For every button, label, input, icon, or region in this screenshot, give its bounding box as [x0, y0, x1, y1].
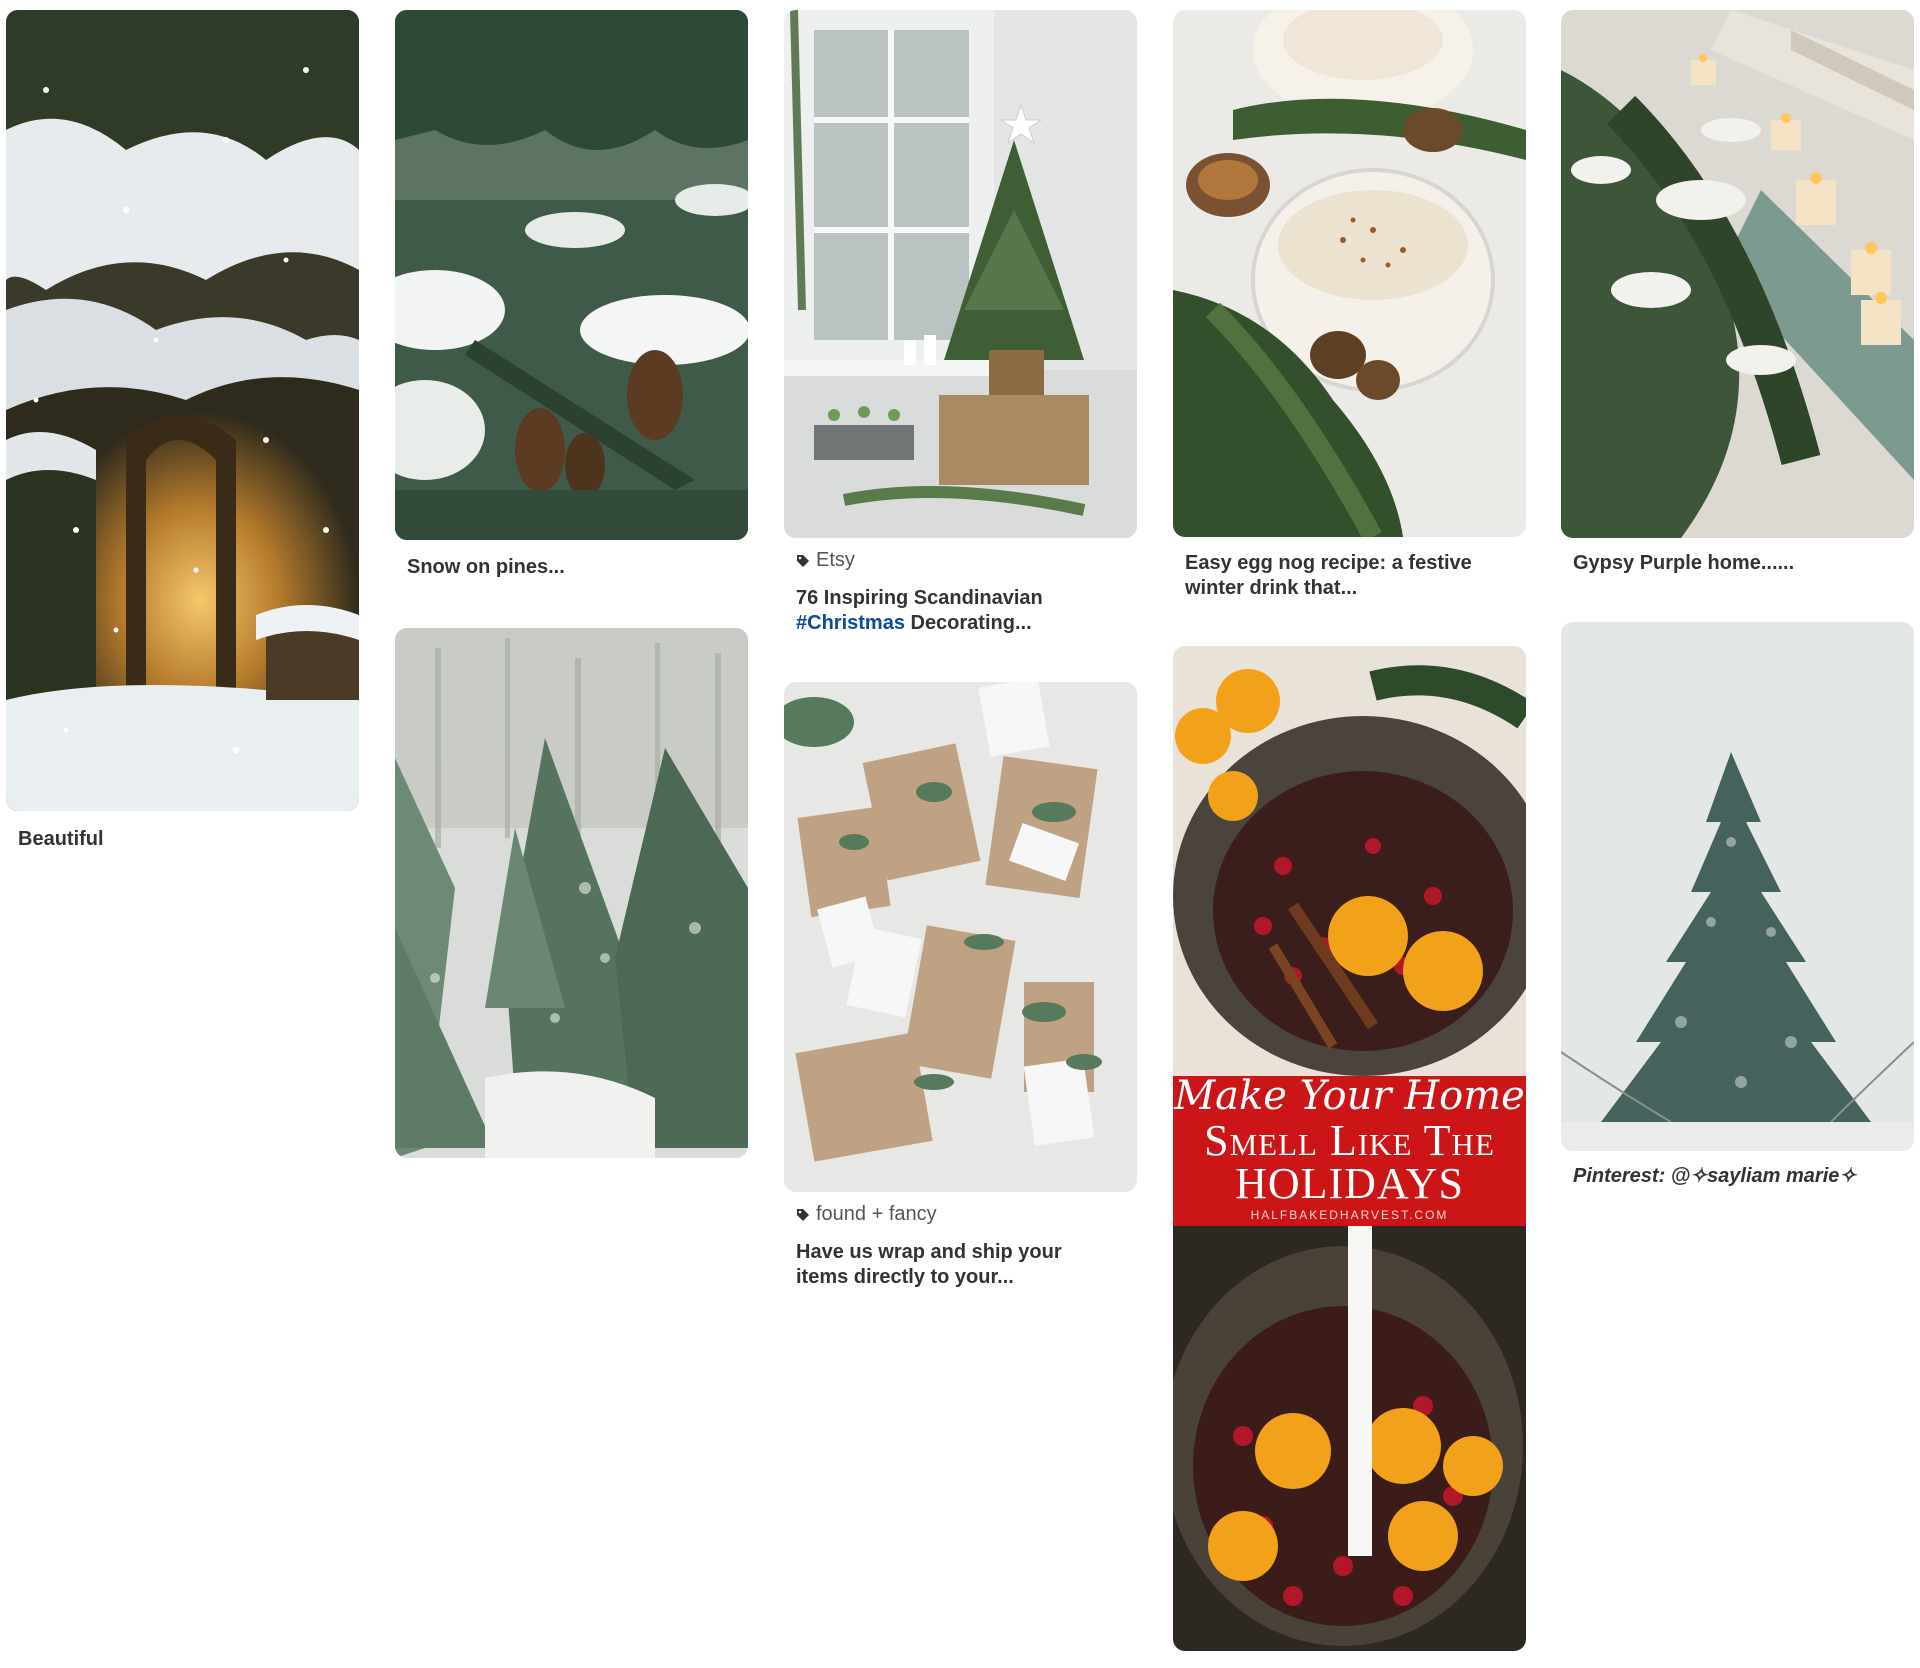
- egg-nog-image: [1173, 10, 1526, 537]
- pin-scandinavian[interactable]: Etsy 76 Inspiring Scandinavian #Christma…: [784, 10, 1137, 640]
- banner-main-line2: HOLIDAYS: [1235, 1159, 1464, 1208]
- pin-title[interactable]: Snow on pines...: [407, 555, 736, 580]
- pin-image[interactable]: Make Your Home Smell Like The HOLIDAYS H…: [1173, 646, 1526, 1651]
- pin-title[interactable]: Gypsy Purple home......: [1573, 551, 1902, 576]
- pin-image[interactable]: [1561, 622, 1914, 1151]
- pin-source[interactable]: Etsy: [796, 548, 855, 573]
- wrapped-gifts-image: [784, 682, 1137, 1192]
- tag-icon: [796, 554, 810, 568]
- cedar-candles-image: [1561, 10, 1914, 538]
- pin-beautiful[interactable]: Beautiful: [6, 10, 359, 860]
- pin-egg-nog[interactable]: Easy egg nog recipe: a festive winter dr…: [1173, 10, 1526, 610]
- pin-title-part2: Decorating...: [904, 612, 1032, 634]
- pin-source-name: found + fancy: [816, 1203, 937, 1225]
- pin-simmer-pot[interactable]: Make Your Home Smell Like The HOLIDAYS H…: [1173, 646, 1526, 1651]
- pin-image[interactable]: [1173, 10, 1526, 537]
- pin-title[interactable]: Easy egg nog recipe: a festive winter dr…: [1185, 551, 1485, 601]
- banner-main-line1: Smell Like The: [1204, 1116, 1495, 1165]
- pin-title[interactable]: Beautiful: [18, 827, 347, 852]
- snowy-pine-image: [395, 10, 748, 540]
- frosted-trees-image: [395, 628, 748, 1158]
- pin-title[interactable]: Have us wrap and ship your items directl…: [796, 1240, 1096, 1290]
- tag-icon: [796, 1208, 810, 1222]
- banner-site-text: HALFBAKEDHARVEST.COM: [1250, 1208, 1449, 1222]
- pin-title[interactable]: Pinterest: @✧sayliam marie✧: [1573, 1164, 1902, 1189]
- lone-spruce-image: [1561, 622, 1914, 1151]
- hashtag-link[interactable]: #Christmas: [796, 612, 905, 634]
- pin-title[interactable]: 76 Inspiring Scandinavian #Christmas Dec…: [796, 586, 1125, 636]
- pin-title-part1: 76 Inspiring Scandinavian: [796, 587, 1043, 609]
- pin-tree-farm[interactable]: [395, 628, 748, 1158]
- banner-script-text: Make Your Home: [1174, 1073, 1525, 1119]
- pin-image[interactable]: [784, 10, 1137, 538]
- pin-wrap-ship[interactable]: found + fancy Have us wrap and ship your…: [784, 682, 1137, 1302]
- pin-snow-on-pines[interactable]: Snow on pines...: [395, 10, 748, 590]
- pin-image[interactable]: [395, 628, 748, 1158]
- pin-image[interactable]: [395, 10, 748, 540]
- pin-source-name: Etsy: [816, 549, 855, 571]
- pin-image[interactable]: [6, 10, 359, 811]
- pin-gypsy-purple[interactable]: Gypsy Purple home......: [1561, 10, 1914, 590]
- window-christmas-tree-image: [784, 10, 1137, 538]
- pin-source[interactable]: found + fancy: [796, 1202, 937, 1227]
- pin-image[interactable]: [784, 682, 1137, 1192]
- snowy-garden-image: [6, 10, 359, 811]
- pin-single-tree[interactable]: Pinterest: @✧sayliam marie✧: [1561, 622, 1914, 1202]
- pin-image[interactable]: [1561, 10, 1914, 538]
